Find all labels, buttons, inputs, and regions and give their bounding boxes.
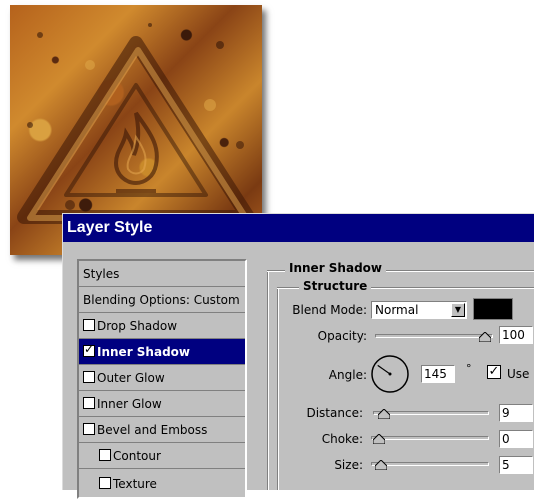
size-slider-track[interactable] bbox=[371, 462, 489, 466]
size-label: Size: bbox=[334, 458, 363, 472]
bevel-emboss-label: Bevel and Emboss bbox=[97, 423, 208, 437]
inner-glow-label: Inner Glow bbox=[97, 397, 162, 411]
outer-glow-label: Outer Glow bbox=[97, 371, 165, 385]
structure-title: Structure bbox=[299, 279, 372, 293]
chevron-down-icon[interactable]: ▼ bbox=[451, 303, 465, 317]
choke-label: Choke: bbox=[321, 432, 363, 446]
blend-mode-label: Blend Mode: bbox=[292, 303, 367, 317]
dialog-title: Layer Style bbox=[63, 214, 534, 242]
drop-shadow-label: Drop Shadow bbox=[97, 319, 178, 333]
style-item-drop-shadow[interactable]: Drop Shadow bbox=[79, 313, 245, 339]
inner-shadow-label: Inner Shadow bbox=[97, 345, 190, 359]
style-item-contour[interactable]: Contour bbox=[79, 443, 245, 469]
section-border-left bbox=[267, 270, 269, 490]
layer-style-dialog: Layer Style Styles Blending Options: Cus… bbox=[62, 213, 534, 499]
contour-label: Contour bbox=[113, 449, 161, 463]
style-item-inner-glow[interactable]: Inner Glow bbox=[79, 391, 245, 417]
opacity-field[interactable]: 100 bbox=[499, 326, 533, 344]
use-global-light-label: Use bbox=[507, 367, 530, 381]
style-item-texture[interactable]: Texture bbox=[79, 469, 245, 491]
check-icon: ✓ bbox=[84, 342, 95, 356]
choke-slider-track[interactable] bbox=[371, 436, 489, 440]
size-field[interactable]: 5 bbox=[499, 456, 533, 474]
use-global-light-checkbox[interactable]: ✓ bbox=[487, 365, 501, 379]
distance-field[interactable]: 9 bbox=[499, 404, 533, 422]
distance-label: Distance: bbox=[306, 406, 363, 420]
style-item-inner-shadow[interactable]: ✓ Inner Shadow bbox=[79, 339, 245, 365]
styles-header-label: Styles bbox=[83, 267, 120, 281]
texture-checkbox[interactable] bbox=[99, 477, 111, 489]
blend-mode-value: Normal bbox=[375, 303, 419, 317]
style-item-outer-glow[interactable]: Outer Glow bbox=[79, 365, 245, 391]
angle-unit: ° bbox=[466, 362, 472, 375]
angle-dial[interactable] bbox=[370, 354, 410, 398]
structure-border-left bbox=[277, 287, 279, 490]
style-item-bevel-emboss[interactable]: Bevel and Emboss bbox=[79, 417, 245, 443]
shadow-color-swatch[interactable] bbox=[473, 298, 513, 320]
inner-glow-checkbox[interactable] bbox=[83, 397, 95, 409]
styles-header[interactable]: Styles bbox=[79, 261, 245, 287]
outer-glow-checkbox[interactable] bbox=[83, 371, 95, 383]
contour-checkbox[interactable] bbox=[99, 449, 111, 461]
styles-list: Styles Blending Options: Custom Drop Sha… bbox=[77, 259, 247, 499]
blending-options-label: Blending Options: Custom bbox=[83, 293, 240, 307]
choke-field[interactable]: 0 bbox=[499, 430, 533, 448]
section-title: Inner Shadow bbox=[285, 261, 386, 275]
opacity-slider-track[interactable] bbox=[375, 334, 493, 338]
distance-slider-track[interactable] bbox=[373, 411, 489, 415]
blending-options-item[interactable]: Blending Options: Custom bbox=[79, 287, 245, 313]
angle-label: Angle: bbox=[328, 368, 367, 382]
drop-shadow-checkbox[interactable] bbox=[83, 319, 95, 331]
opacity-label: Opacity: bbox=[317, 329, 367, 343]
angle-field[interactable]: 145 bbox=[421, 365, 455, 383]
bevel-emboss-checkbox[interactable] bbox=[83, 423, 95, 435]
blend-mode-select[interactable]: Normal ▼ bbox=[371, 301, 467, 319]
inner-shadow-checkbox[interactable]: ✓ bbox=[83, 342, 95, 357]
